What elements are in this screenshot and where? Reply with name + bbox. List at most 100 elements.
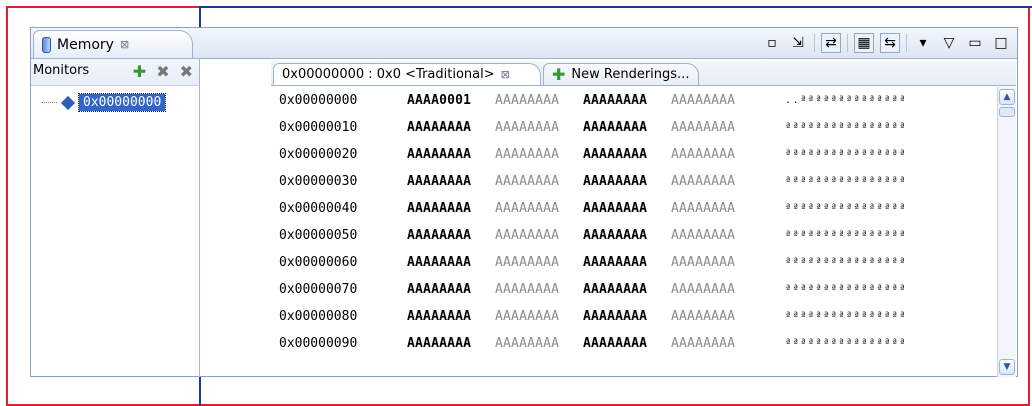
ascii-cell[interactable]: ªªªªªªªªªªªªªªªª	[785, 284, 965, 295]
memory-cell[interactable]: AAAAAAAA	[407, 309, 491, 324]
export-icon[interactable]: ⇲	[788, 33, 808, 53]
memory-cell[interactable]: AAAAAAAA	[671, 120, 755, 135]
memory-cell[interactable]: AAAAAAAA	[583, 147, 667, 162]
memory-cell[interactable]: AAAAAAAA	[407, 228, 491, 243]
tab-traditional-rendering[interactable]: 0x00000000 : 0x0 <Traditional> ⊠	[273, 63, 541, 85]
monitors-pane: Monitors ✚ ✖ ✖ 0x00000000	[31, 59, 200, 377]
memory-cell[interactable]: AAAAAAAA	[671, 201, 755, 216]
new-monitor-icon[interactable]: ▫	[762, 33, 782, 53]
memory-view-window: Memory ⊠ ▫ ⇲ ⇄ ▦ ⇆ ▾ ▽ ▭ □ Monitors ✚ ✖ …	[30, 27, 1018, 377]
memory-cell[interactable]: AAAAAAAA	[583, 201, 667, 216]
memory-cell[interactable]: AAAAAAAA	[495, 120, 579, 135]
memory-cell[interactable]: AAAAAAAA	[495, 147, 579, 162]
memory-cell[interactable]: AAAAAAAA	[495, 255, 579, 270]
memory-cell[interactable]: AAAAAAAA	[495, 174, 579, 189]
remove-all-monitors-icon[interactable]: ✖	[180, 64, 193, 80]
memory-cell[interactable]: AAAAAAAA	[583, 336, 667, 351]
maximize-icon[interactable]: □	[991, 33, 1011, 53]
monitor-tree-item[interactable]: 0x00000000	[41, 93, 167, 112]
memory-cell[interactable]: AAAAAAAA	[495, 309, 579, 324]
ascii-cell[interactable]: ªªªªªªªªªªªªªªªª	[785, 311, 965, 322]
memory-cell[interactable]: AAAAAAAA	[671, 147, 755, 162]
memory-cell[interactable]: AAAAAAAA	[407, 255, 491, 270]
memory-view-icon	[42, 36, 51, 53]
remove-monitor-icon[interactable]: ✖	[156, 64, 169, 80]
toolbar-separator	[847, 34, 848, 52]
toggle-memory-monitors-icon[interactable]: ⇄	[821, 33, 841, 53]
toolbar-separator	[814, 34, 815, 52]
vertical-scrollbar[interactable]: ▲ ▼	[997, 87, 1016, 377]
memory-cell[interactable]: AAAAAAAA	[407, 174, 491, 189]
ascii-cell[interactable]: ªªªªªªªªªªªªªªªª	[785, 338, 965, 349]
ascii-cell[interactable]: ªªªªªªªªªªªªªªªª	[785, 257, 965, 268]
memory-cell[interactable]: AAAAAAAA	[407, 336, 491, 351]
memory-cell[interactable]: AAAA0001	[407, 93, 491, 108]
ascii-cell[interactable]: ªªªªªªªªªªªªªªªª	[785, 122, 965, 133]
view-menu-dropdown-icon[interactable]: ▽	[939, 33, 959, 53]
memory-cell[interactable]: AAAAAAAA	[671, 93, 755, 108]
ascii-cell[interactable]: ªªªªªªªªªªªªªªªª	[785, 176, 965, 187]
memory-cell[interactable]: AAAAAAAA	[583, 120, 667, 135]
address-cell: 0x00000010	[279, 119, 358, 135]
renderings-tab-strip: 0x00000000 : 0x0 <Traditional> ⊠ ✚ New R…	[271, 61, 1016, 86]
address-cell: 0x00000000	[279, 92, 358, 108]
view-toolbar: ▫ ⇲ ⇄ ▦ ⇆ ▾ ▽ ▭ □	[762, 33, 1011, 53]
minimize-icon[interactable]: ▭	[965, 33, 985, 53]
memory-cell[interactable]: AAAAAAAA	[671, 228, 755, 243]
scroll-up-icon[interactable]: ▲	[999, 89, 1015, 105]
view-menu-icon[interactable]: ▾	[913, 33, 933, 53]
monitors-header: Monitors ✚ ✖ ✖	[31, 59, 199, 86]
memory-cell[interactable]: AAAAAAAA	[495, 201, 579, 216]
address-cell: 0x00000060	[279, 254, 358, 270]
memory-cell[interactable]: AAAAAAAA	[583, 255, 667, 270]
memory-cell[interactable]: AAAAAAAA	[495, 282, 579, 297]
toggle-split-pane-icon[interactable]: ▦	[854, 33, 874, 53]
address-cell: 0x00000050	[279, 227, 358, 243]
monitor-address-label[interactable]: 0x00000000	[77, 93, 167, 112]
memory-cell[interactable]: AAAAAAAA	[671, 282, 755, 297]
tab-new-renderings[interactable]: ✚ New Renderings...	[543, 63, 699, 85]
scroll-down-icon[interactable]: ▼	[999, 359, 1015, 375]
tab-new-renderings-label: New Renderings...	[571, 67, 690, 82]
tab-traditional-label: 0x00000000 : 0x0 <Traditional>	[282, 67, 495, 82]
ascii-cell[interactable]: ªªªªªªªªªªªªªªªª	[785, 203, 965, 214]
close-rendering-icon[interactable]: ⊠	[501, 68, 510, 81]
memory-cell[interactable]: AAAAAAAA	[495, 228, 579, 243]
memory-cell[interactable]: AAAAAAAA	[495, 93, 579, 108]
memory-cell[interactable]: AAAAAAAA	[583, 93, 667, 108]
toolbar-separator	[906, 34, 907, 52]
ascii-cell[interactable]: ªªªªªªªªªªªªªªªª	[785, 230, 965, 241]
memory-cell[interactable]: AAAAAAAA	[407, 282, 491, 297]
memory-cell[interactable]: AAAAAAAA	[583, 309, 667, 324]
ascii-cell[interactable]: ..ªªªªªªªªªªªªªª	[785, 95, 965, 106]
monitors-actions: ✚ ✖ ✖	[133, 64, 193, 80]
memory-cell[interactable]: AAAAAAAA	[671, 255, 755, 270]
monitors-title: Monitors	[33, 63, 90, 78]
memory-cell[interactable]: AAAAAAAA	[583, 174, 667, 189]
address-cell: 0x00000080	[279, 308, 358, 324]
address-cell: 0x00000070	[279, 281, 358, 297]
memory-cell[interactable]: AAAAAAAA	[407, 201, 491, 216]
memory-cell[interactable]: AAAAAAAA	[495, 336, 579, 351]
address-cell: 0x00000030	[279, 173, 358, 189]
address-cell: 0x00000020	[279, 146, 358, 162]
memory-cell[interactable]: AAAAAAAA	[671, 309, 755, 324]
address-cell: 0x00000090	[279, 335, 358, 351]
address-cell: 0x00000040	[279, 200, 358, 216]
scroll-thumb[interactable]	[999, 107, 1015, 117]
link-memory-panes-icon[interactable]: ⇆	[880, 33, 900, 53]
renderings-pane: 0x00000000 : 0x0 <Traditional> ⊠ ✚ New R…	[271, 61, 1016, 377]
close-view-icon[interactable]: ⊠	[120, 38, 129, 51]
view-header: Memory ⊠ ▫ ⇲ ⇄ ▦ ⇆ ▾ ▽ ▭ □	[31, 28, 1017, 59]
ascii-cell[interactable]: ªªªªªªªªªªªªªªªª	[785, 149, 965, 160]
memory-view-tab[interactable]: Memory ⊠	[33, 30, 193, 58]
memory-cell[interactable]: AAAAAAAA	[671, 174, 755, 189]
memory-cell[interactable]: AAAAAAAA	[583, 282, 667, 297]
add-monitor-icon[interactable]: ✚	[133, 64, 146, 80]
memory-cell[interactable]: AAAAAAAA	[407, 147, 491, 162]
memory-cell[interactable]: AAAAAAAA	[583, 228, 667, 243]
memory-table[interactable]: 0x00000000 AAAA0001 AAAAAAAA AAAAAAAA AA…	[271, 87, 993, 377]
memory-cell[interactable]: AAAAAAAA	[671, 336, 755, 351]
memory-cell[interactable]: AAAAAAAA	[407, 120, 491, 135]
monitor-diamond-icon	[60, 95, 76, 110]
